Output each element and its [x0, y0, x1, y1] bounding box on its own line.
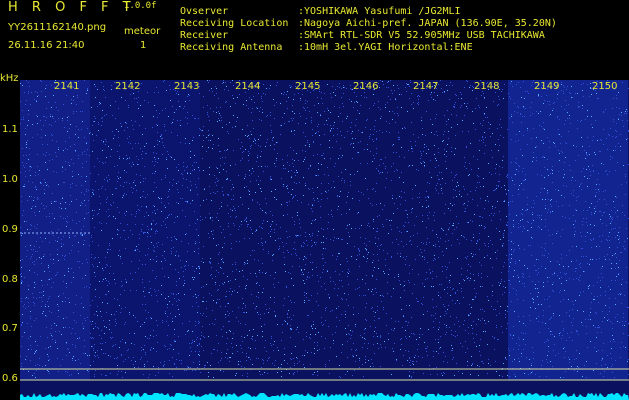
y-tick: 0.6 [2, 373, 18, 384]
x-tick: 2144 [235, 81, 261, 92]
spectrogram-canvas [20, 80, 629, 400]
filename-label: YY2611162140.png [8, 22, 107, 33]
info-antenna-label: Receiving Antenna [180, 42, 283, 53]
x-tick: 2142 [115, 81, 141, 92]
x-tick: 2150 [592, 81, 618, 92]
y-tick: 0.8 [2, 274, 18, 285]
y-unit-label: kHz [0, 73, 19, 84]
info-observer-value: :YOSHIKAWA Yasufumi /JG2MLI [298, 6, 461, 17]
noise-band [90, 80, 200, 380]
x-tick: 2148 [474, 81, 500, 92]
spectrogram [20, 80, 629, 400]
y-tick: 0.9 [2, 224, 18, 235]
meteor-label: meteor [124, 26, 161, 37]
x-tick: 2141 [54, 81, 80, 92]
info-observer-label: Ovserver [180, 6, 229, 17]
version-label: 1.0.0f [124, 1, 157, 11]
x-tick: 2145 [295, 81, 321, 92]
app-title: H R O F F T [8, 0, 136, 15]
noise-band [508, 80, 628, 380]
datetime-label: 26.11.16 21:40 [8, 40, 85, 51]
info-location-label: Receiving Location [180, 18, 289, 29]
y-tick: 1.0 [2, 174, 18, 185]
info-receiver-value: :SMArt RTL-SDR V5 52.905MHz USB TACHIKAW… [298, 30, 545, 41]
meteor-count: 1 [140, 40, 147, 51]
info-antenna-value: :10mH 3el.YAGI Horizontal:ENE [298, 42, 473, 53]
x-tick: 2143 [174, 81, 200, 92]
x-tick: 2146 [353, 81, 379, 92]
info-location-value: :Nagoya Aichi-pref. JAPAN (136.90E, 35.2… [298, 18, 557, 29]
info-receiver-label: Receiver [180, 30, 229, 41]
x-tick: 2149 [534, 81, 560, 92]
x-tick: 2147 [413, 81, 439, 92]
y-tick: 1.1 [2, 124, 18, 135]
y-tick: 0.7 [2, 323, 18, 334]
